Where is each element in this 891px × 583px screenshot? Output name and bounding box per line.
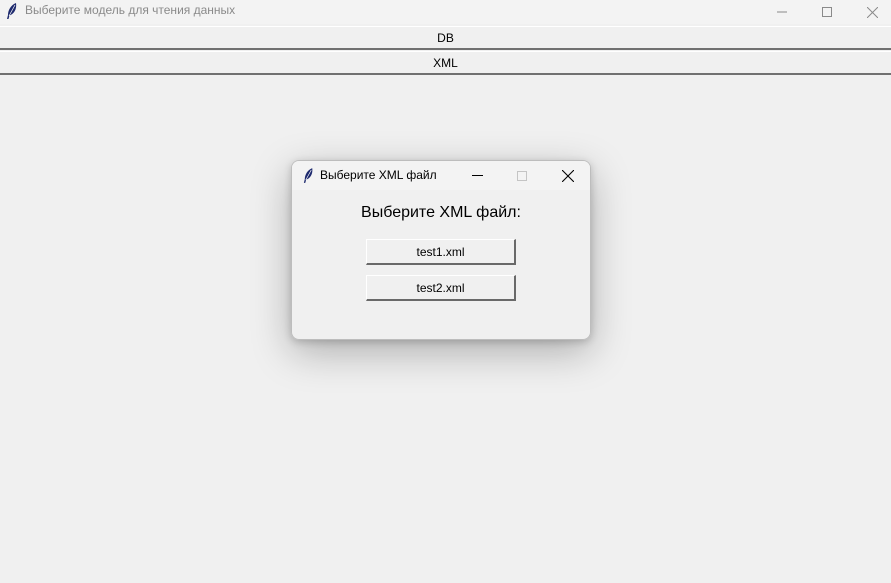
window-title: Выберите модель для чтения данных <box>25 3 236 17</box>
dialog-close-button[interactable] <box>546 161 590 190</box>
maximize-icon <box>822 7 832 17</box>
maximize-icon <box>517 170 527 181</box>
dialog-maximize-button[interactable] <box>500 161 544 190</box>
minimize-button[interactable] <box>760 0 804 24</box>
db-button[interactable]: DB <box>0 26 891 50</box>
dialog-titlebar[interactable]: Выберите XML файл <box>292 161 590 190</box>
close-icon <box>562 169 574 182</box>
minimize-icon <box>777 11 787 13</box>
feather-icon <box>302 167 315 184</box>
close-button[interactable] <box>850 0 891 24</box>
dialog-title: Выберите XML файл <box>320 168 437 182</box>
dialog-minimize-button[interactable] <box>455 161 499 190</box>
close-icon <box>866 6 878 18</box>
feather-icon <box>5 2 19 20</box>
dialog-heading: Выберите XML файл: <box>361 204 521 221</box>
file-button-test2[interactable]: test2.xml <box>366 275 516 301</box>
file-button-test1[interactable]: test1.xml <box>366 239 516 265</box>
xml-button[interactable]: XML <box>0 51 891 75</box>
main-titlebar[interactable]: Выберите модель для чтения данных <box>0 0 891 24</box>
minimize-icon <box>471 175 483 176</box>
xml-file-dialog: Выберите XML файл Выберите XML файл: tes… <box>291 160 591 340</box>
maximize-button[interactable] <box>805 0 849 24</box>
